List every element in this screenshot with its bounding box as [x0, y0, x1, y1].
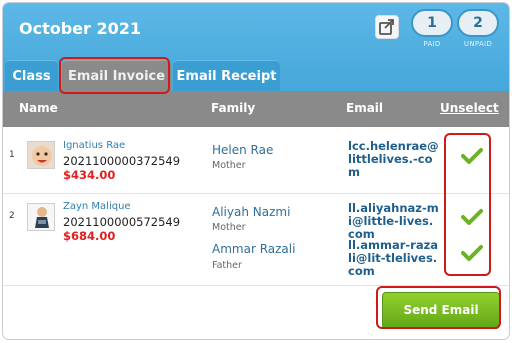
- tab-email-receipt[interactable]: Email Receipt: [173, 60, 280, 92]
- checkmark-icon[interactable]: [461, 208, 483, 226]
- column-email: Email: [346, 101, 384, 115]
- family-name: Helen Rae: [212, 143, 274, 157]
- family-email: lcc.helenrae@littlelives.-com: [348, 139, 439, 179]
- page-title: October 2021: [19, 19, 142, 38]
- share-button[interactable]: [375, 15, 399, 39]
- checkmark-icon[interactable]: [461, 147, 483, 165]
- share-icon: [379, 19, 394, 35]
- family-relation: Mother: [212, 222, 246, 233]
- student-avatar: [27, 203, 55, 231]
- student-id: 2021100000372549: [63, 154, 181, 168]
- send-email-button[interactable]: Send Email: [382, 292, 500, 329]
- column-name: Name: [19, 101, 58, 115]
- invoice-card: October 2021 1 PAID 2 UNPAID Class Email…: [2, 2, 510, 340]
- student-name[interactable]: Ignatius Rae: [63, 140, 125, 151]
- column-family: Family: [211, 101, 256, 115]
- student-id: 2021100000572549: [63, 215, 181, 229]
- invoice-amount: $684.00: [63, 229, 116, 243]
- family-relation: Father: [212, 260, 242, 271]
- unpaid-count-badge[interactable]: 2: [457, 9, 499, 37]
- family-email: ll.ammar-razali@lit-tlelives.com: [348, 238, 439, 278]
- unpaid-label: UNPAID: [463, 40, 493, 48]
- checkmark-icon[interactable]: [461, 244, 483, 262]
- table-row: 2 Zayn Malique 2021100000572549 $684.00 …: [3, 194, 509, 286]
- table-row: 1 Ignatius Rae 2021100000372549 $434.00 …: [3, 127, 509, 194]
- student-name[interactable]: Zayn Malique: [63, 201, 131, 212]
- family-name: Ammar Razali: [212, 242, 296, 256]
- table-header: Name Family Email Unselect: [3, 91, 509, 127]
- family-name: Aliyah Nazmi: [212, 205, 291, 219]
- tab-class[interactable]: Class: [5, 60, 58, 92]
- paid-count-badge[interactable]: 1: [411, 9, 453, 37]
- family-email: ll.aliyahnaz-mi@little-lives.com: [348, 201, 439, 241]
- invoice-amount: $434.00: [63, 168, 116, 182]
- student-avatar: [27, 141, 55, 169]
- row-number: 2: [9, 211, 15, 221]
- family-relation: Mother: [212, 160, 246, 171]
- unselect-link[interactable]: Unselect: [440, 101, 499, 115]
- tab-email-invoice[interactable]: Email Invoice: [62, 60, 171, 92]
- row-number: 1: [9, 150, 15, 160]
